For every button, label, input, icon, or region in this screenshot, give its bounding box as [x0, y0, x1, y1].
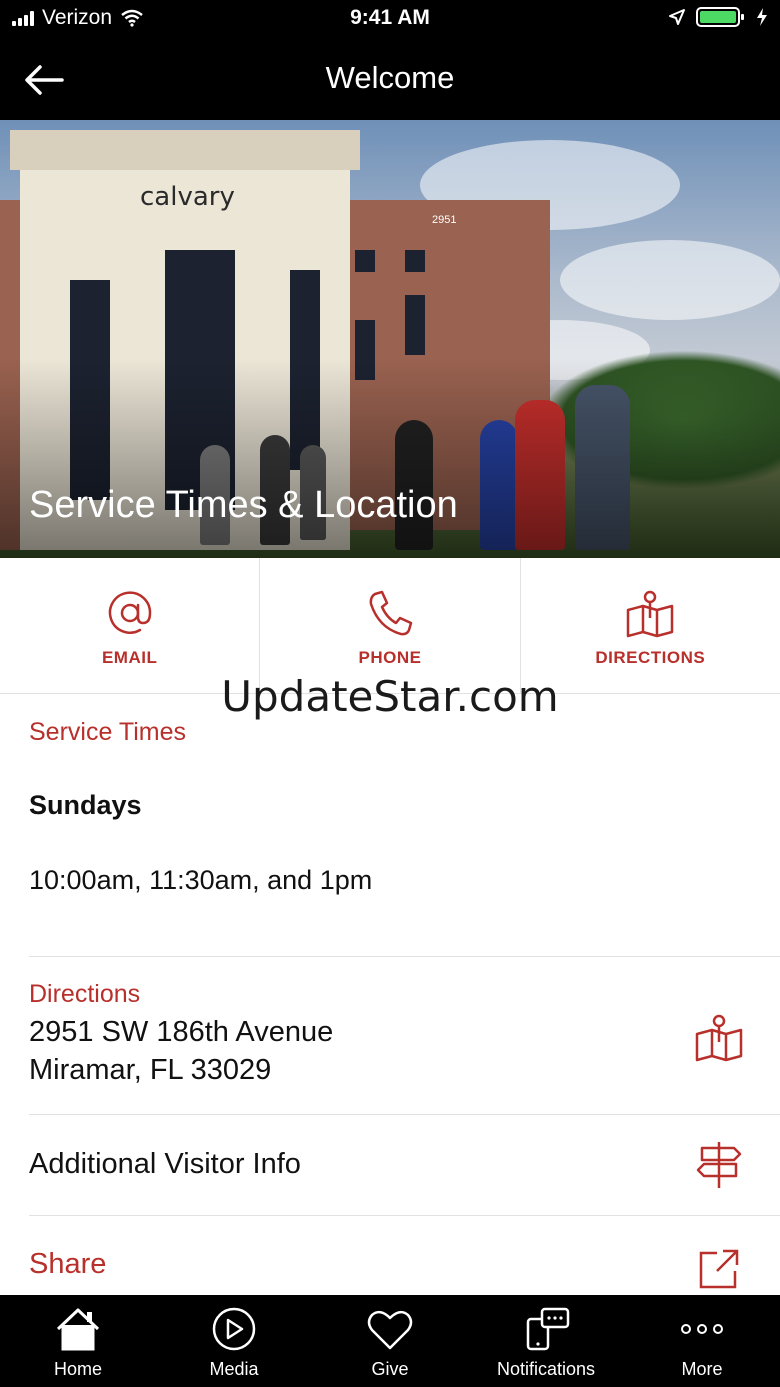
location-arrow-icon: [669, 9, 685, 25]
external-link-icon: [694, 1244, 744, 1294]
phone-label: PHONE: [358, 648, 422, 667]
charging-icon: [757, 8, 767, 26]
service-times: 10:00am, 11:30am, and 1pm: [29, 865, 373, 895]
status-time: 9:41 AM: [350, 6, 430, 29]
tab-give[interactable]: Give: [312, 1295, 468, 1387]
address-line-1: 2951 SW 186th Avenue: [29, 1016, 334, 1048]
heart-icon: [367, 1310, 413, 1350]
battery-icon: [696, 7, 744, 27]
map-icon: [694, 1012, 744, 1062]
at-sign-icon: [108, 591, 151, 634]
building-logo-text: calvary: [140, 182, 235, 212]
tab-bar: Home Media Give Notifications More: [0, 1295, 780, 1387]
service-day: Sundays: [29, 790, 142, 820]
play-icon: [212, 1307, 256, 1351]
address-line-2: Miramar, FL 33029: [29, 1054, 272, 1086]
building-number: 2951: [432, 214, 457, 226]
directions-heading: Directions: [29, 980, 141, 1008]
tab-notifications-label: Notifications: [496, 1359, 596, 1379]
tab-more-label: More: [681, 1359, 723, 1379]
building-logo: calvary: [140, 182, 235, 212]
tab-give-label: Give: [371, 1359, 409, 1379]
directions-label: DIRECTIONS: [595, 648, 706, 667]
tab-media[interactable]: Media: [156, 1295, 312, 1387]
phone-icon: [369, 590, 413, 636]
tab-media-label: Media: [209, 1359, 259, 1379]
divider: [29, 1114, 780, 1115]
more-icon: [681, 1324, 723, 1334]
service-times-heading: Service Times: [29, 718, 186, 746]
email-label: EMAIL: [101, 648, 158, 667]
divider: [29, 956, 780, 957]
home-icon: [56, 1308, 100, 1351]
visitor-info-label: Additional Visitor Info: [29, 1148, 301, 1180]
share-label: Share: [29, 1248, 107, 1280]
status-right: [668, 6, 768, 28]
tab-notifications[interactable]: Notifications: [468, 1295, 624, 1387]
chat-phone-icon: [526, 1307, 570, 1351]
signpost-icon: [694, 1140, 744, 1190]
nav-bar: Welcome: [0, 40, 780, 120]
page-title: Welcome: [325, 60, 455, 95]
map-pin-icon: [627, 590, 674, 638]
watermark: UpdateStar.com: [221, 672, 559, 721]
divider: [29, 1215, 780, 1216]
hero-image: calvary 2951 Service Times & Location: [0, 120, 780, 558]
hero-title: Service Times & Location: [29, 484, 458, 526]
status-bar: Verizon 9:41 AM: [0, 0, 780, 40]
tab-home-label: Home: [53, 1359, 102, 1379]
tab-home[interactable]: Home: [0, 1295, 156, 1387]
tab-more[interactable]: More: [624, 1295, 780, 1387]
